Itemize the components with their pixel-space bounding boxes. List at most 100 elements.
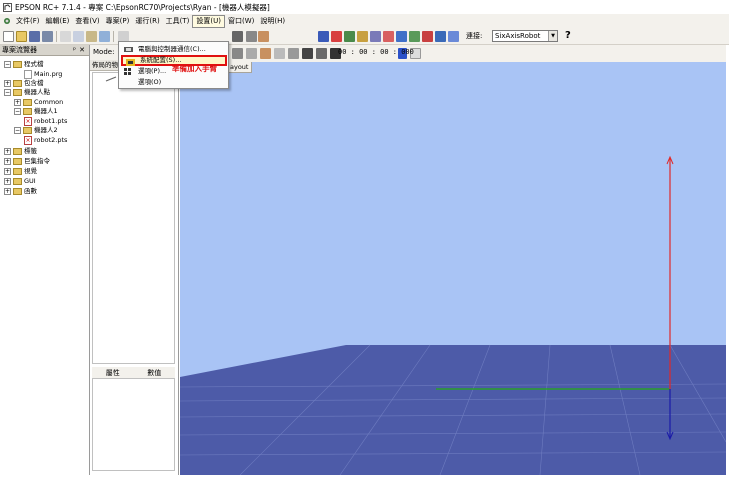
monitor-icon[interactable] [448,31,459,42]
copy-icon[interactable] [73,31,84,42]
expand-icon[interactable]: + [4,147,11,155]
menu-item-label: 選項(O) [138,78,162,86]
tool-icon[interactable] [274,48,285,59]
expand-icon[interactable]: + [4,177,11,185]
save-all-icon[interactable] [42,31,53,42]
view-grid-icon[interactable] [318,31,329,42]
layout-object-list[interactable] [92,72,175,364]
menu-window[interactable]: 窗口(W) [225,15,257,28]
view-red-icon[interactable] [331,31,342,42]
folder-icon [13,147,22,155]
back-icon[interactable] [288,48,299,59]
cut-icon[interactable] [60,31,71,42]
grid-icon[interactable] [302,48,313,59]
arrow-tool-icon[interactable] [246,31,257,42]
jog-icon[interactable] [396,31,407,42]
help-icon[interactable]: ? [565,30,571,42]
menu-item-pc-controller-comm[interactable]: 電腦與控制器通信(C)... [121,44,227,55]
menu-run[interactable]: 運行(R) [132,15,162,28]
window-bottom-edge [0,475,729,479]
tree-item-label: 函數 [24,187,37,195]
menu-help[interactable]: 說明(H) [257,15,288,28]
hand-icon[interactable] [232,31,243,42]
close-icon[interactable]: ✕ [79,45,85,56]
menu-setup[interactable]: 設置(U) [192,14,226,28]
folder-icon [13,177,22,185]
viewport-scene [180,155,726,475]
tree-item[interactable]: + 巨集指令 [4,156,50,166]
toolbar-separator [113,31,114,42]
tree-item[interactable]: + 視覺 [4,166,37,176]
folder-icon [13,187,22,195]
vision-icon[interactable] [370,31,381,42]
layout-panel: Mode: 佈局的物 屬性 數值 [90,45,179,475]
save-icon[interactable] [29,31,40,42]
paste-icon[interactable] [86,31,97,42]
tree-item[interactable]: + GUI [4,176,36,186]
menu-item-label: 選項(P)... [138,67,167,75]
layout-tab[interactable]: ayout [226,62,253,73]
expand-icon[interactable]: + [4,187,11,195]
mode-label: Mode: [93,48,115,56]
annotation-text: 準備加入手臂 [172,64,217,73]
pendant-icon[interactable] [435,31,446,42]
robot-select-value: SixAxisRobot [495,32,541,40]
folder-icon [13,79,22,87]
app-menu-icon[interactable] [2,16,12,26]
collapse-icon[interactable]: − [4,88,11,96]
menu-file[interactable]: 文件(F) [13,15,43,28]
menu-item-options-o[interactable]: 選項(O) [121,77,227,88]
tree-item[interactable]: − 機器人點 [4,87,50,97]
expand-icon[interactable]: + [4,167,11,175]
tree-item[interactable]: + 函數 [4,186,37,196]
robot-select[interactable]: SixAxisRobot ▼ [492,30,558,42]
tree-item-label: GUI [24,177,36,185]
menu-view[interactable]: 查看(V) [72,15,102,28]
collapse-icon[interactable]: − [4,60,11,68]
tree-item[interactable]: × robot2.pts [24,135,67,145]
view-green-icon[interactable] [344,31,355,42]
tree-item[interactable]: − 機器人2 [14,125,58,135]
tree-item[interactable]: − 機器人1 [14,106,58,116]
io-icon[interactable] [383,31,394,42]
simulator-viewport[interactable] [180,62,726,475]
record-icon[interactable] [316,48,327,59]
tree-item[interactable]: − 程式檔 [4,59,44,69]
chevron-down-icon[interactable]: ▼ [548,31,557,41]
robot-icon[interactable] [260,48,271,59]
pin-icon[interactable]: ᵖ [73,45,76,56]
title-bar: EPSON RC+ 7.1.4 - 專案 C:\EpsonRC70\Projec… [0,0,729,14]
teach-icon[interactable] [409,31,420,42]
view-yellow-icon[interactable] [357,31,368,42]
menu-tools[interactable]: 工具(T) [163,15,193,28]
collapse-icon[interactable]: − [14,107,21,115]
connection-label: 連接: [466,32,483,40]
property-column-header: 屬性 [105,369,120,377]
new-file-icon[interactable] [3,31,14,42]
expand-icon[interactable]: + [4,79,11,87]
robot-add-icon[interactable] [258,31,269,42]
folder-icon [13,157,22,165]
undo-icon[interactable] [99,31,110,42]
expand-icon[interactable]: + [4,157,11,165]
toolbar-separator [56,31,57,42]
value-column-header: 數值 [147,369,162,377]
camera-icon[interactable] [232,48,243,59]
property-grid[interactable] [92,379,175,471]
collapse-icon[interactable]: − [14,126,21,134]
expand-icon[interactable]: + [14,98,21,106]
simulation-timer: 00 : 00 : 00 : 000 [338,48,414,56]
menu-item-label: 電腦與控制器通信(C)... [138,45,206,53]
stop-icon[interactable] [422,31,433,42]
robot-object-icon[interactable] [105,76,117,82]
tree-item[interactable]: + 標籤 [4,146,37,156]
open-folder-icon[interactable] [16,31,27,42]
property-grid-header: 屬性 數值 [92,367,175,379]
menu-edit[interactable]: 編輯(E) [43,15,73,28]
menu-project[interactable]: 專案(P) [103,15,133,28]
move-icon[interactable] [246,48,257,59]
explorer-header: 專案流覽器 ᵖ ✕ [0,45,89,56]
folder-icon [23,107,32,115]
explorer-title: 專案流覽器 [2,46,37,54]
tree-item-label: 標籤 [24,147,37,155]
